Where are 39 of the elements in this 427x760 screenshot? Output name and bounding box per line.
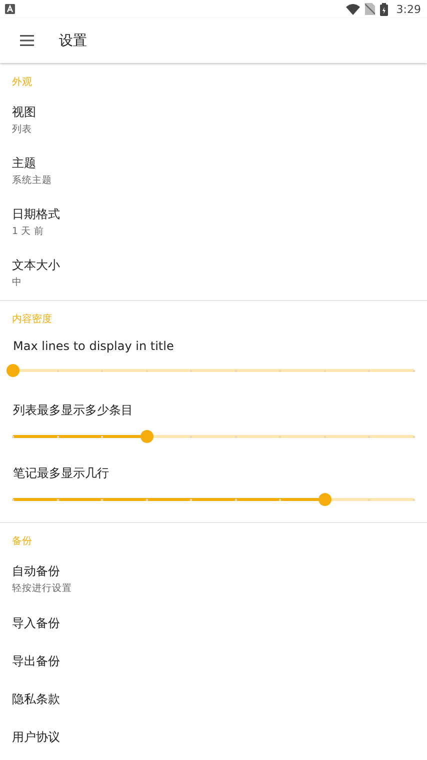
slider-thumb[interactable] (140, 430, 154, 443)
slider-label: 笔记最多显示几行 (13, 465, 110, 482)
menu-icon[interactable] (20, 35, 34, 46)
preference-item[interactable]: 隐私条款 (0, 680, 427, 718)
slider-thumb[interactable] (6, 364, 20, 377)
slider-label: Max lines to display in title (13, 339, 175, 353)
preference-item[interactable]: 主题 系统主题 (0, 145, 427, 196)
preference-item[interactable]: 自动备份 轻按进行设置 (0, 553, 427, 604)
section-header: 备份 (11, 535, 33, 549)
preference-item[interactable]: 导入备份 (0, 604, 427, 642)
preference-title: 文本大小 (12, 256, 61, 274)
clock: 3:29 (396, 2, 421, 16)
wifi-icon (346, 4, 360, 14)
preference-item[interactable]: 视图 列表 (0, 94, 427, 145)
app-bar-title: 设置 (59, 32, 87, 50)
preference-item[interactable]: 用户协议 (0, 718, 427, 756)
preference-summary: 轻按进行设置 (12, 582, 73, 594)
preference-summary: 中 (12, 276, 23, 288)
section-header: 外观 (11, 76, 33, 90)
slider-label: 列表最多显示多少条目 (13, 402, 134, 419)
preference-title: 视图 (12, 104, 37, 120)
preference-summary: 1 天 前 (12, 224, 46, 238)
slider-thumb[interactable] (318, 493, 332, 506)
section-header: 内容密度 (11, 312, 53, 327)
preference-title: 隐私条款 (12, 690, 61, 708)
notification-icon (5, 4, 15, 14)
preference-title: 自动备份 (12, 562, 61, 580)
preference-item[interactable]: 导出备份 (0, 642, 427, 680)
preference-title: 导入备份 (12, 614, 61, 632)
preference-summary: 系统主题 (12, 174, 53, 186)
preference-item[interactable]: 文本大小 中 (0, 247, 427, 298)
no-sim-icon (365, 3, 376, 15)
battery-icon (380, 2, 388, 16)
preference-title: 日期格式 (12, 206, 61, 222)
preference-title: 主题 (12, 154, 37, 172)
preference-item[interactable]: 日期格式 1 天 前 (0, 196, 427, 247)
preference-summary: 列表 (12, 122, 33, 136)
preference-title: 用户协议 (12, 728, 61, 746)
preference-title: 导出备份 (12, 652, 61, 670)
